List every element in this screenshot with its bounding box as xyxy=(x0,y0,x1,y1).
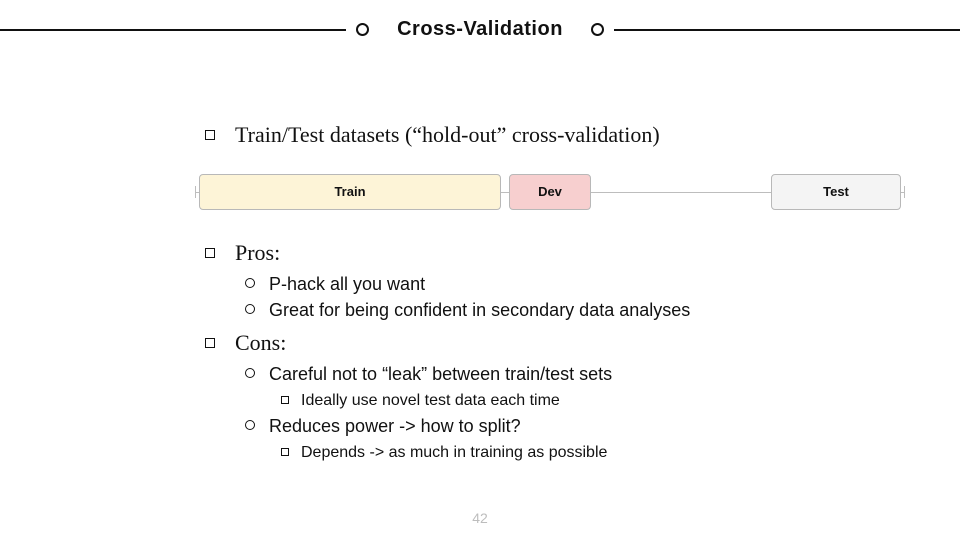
diagram-tick xyxy=(904,186,905,198)
diagram-tick xyxy=(195,186,196,198)
title-rule-right xyxy=(614,29,960,31)
title-bar: Cross-Validation xyxy=(0,18,960,41)
bullet-text: Pros: xyxy=(235,240,280,265)
bullet-l1: Cons: Careful not to “leak” between trai… xyxy=(195,328,900,464)
bullet-l1: Pros: P-hack all you want Great for bein… xyxy=(195,238,900,324)
diagram-box-dev: Dev xyxy=(509,174,591,210)
slide-title: Cross-Validation xyxy=(379,18,581,41)
title-dot-left xyxy=(356,23,369,36)
bullet-text: Reduces power -> how to split? xyxy=(269,416,521,436)
bullet-text: Great for being confident in secondary d… xyxy=(269,300,690,320)
bullet-l3: Ideally use novel test data each time xyxy=(269,389,900,412)
slide: Cross-Validation Train/Test datasets (“h… xyxy=(0,0,960,540)
bullet-l2: Great for being confident in secondary d… xyxy=(235,297,900,323)
bullet-text: Cons: xyxy=(235,330,286,355)
bullet-text: Train/Test datasets (“hold-out” cross-va… xyxy=(235,122,660,147)
bullet-text: Ideally use novel test data each time xyxy=(301,392,560,409)
bullet-text: Depends -> as much in training as possib… xyxy=(301,444,607,461)
content: Train/Test datasets (“hold-out” cross-va… xyxy=(195,120,900,468)
title-rule-left xyxy=(0,29,346,31)
holdout-diagram: Train Dev Test xyxy=(195,170,905,214)
bullet-l2: Careful not to “leak” between train/test… xyxy=(235,361,900,412)
bullet-l2: Reduces power -> how to split? Depends -… xyxy=(235,413,900,464)
diagram-box-test: Test xyxy=(771,174,901,210)
bullet-text: Careful not to “leak” between train/test… xyxy=(269,364,612,384)
bullet-text: P-hack all you want xyxy=(269,274,425,294)
page-number: 42 xyxy=(0,510,960,526)
title-dot-right xyxy=(591,23,604,36)
diagram-box-train: Train xyxy=(199,174,501,210)
bullet-l3: Depends -> as much in training as possib… xyxy=(269,441,900,464)
bullet-l2: P-hack all you want xyxy=(235,271,900,297)
bullet-l1: Train/Test datasets (“hold-out” cross-va… xyxy=(195,120,900,214)
